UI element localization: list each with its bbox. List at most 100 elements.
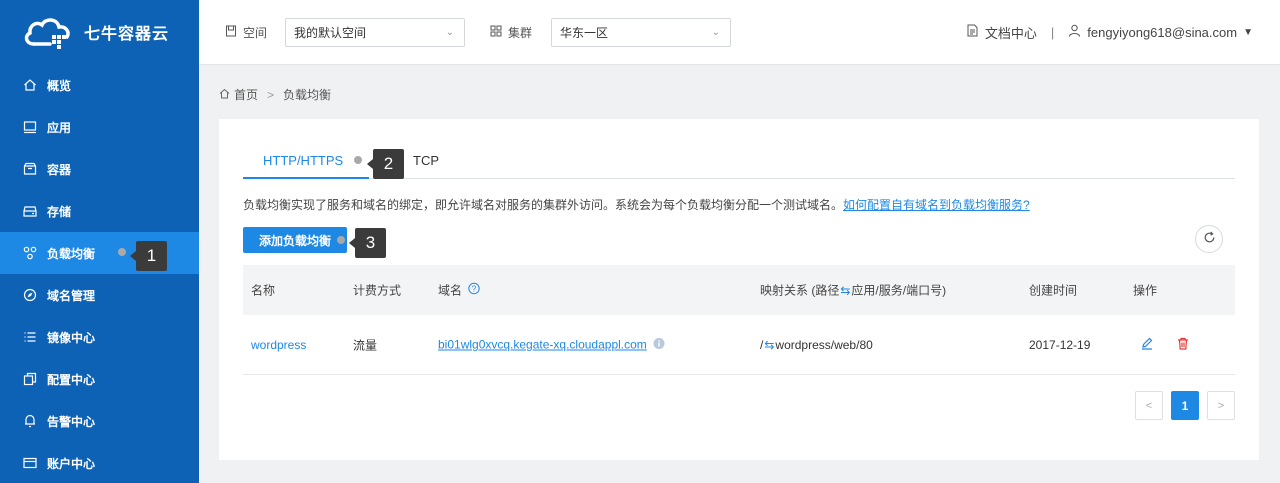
edit-button[interactable] (1140, 336, 1154, 353)
chevron-down-icon: ⌄ (711, 27, 720, 38)
grid-icon (490, 25, 508, 40)
callout-badge: 2 (367, 149, 404, 179)
load-balancer-table: 名称 计费方式 域名 ? 映射关系 (路径 ⇆ 应用/服务/端口号) 创建时间 操作… (243, 265, 1235, 375)
caret-down-icon: ▼ (1243, 26, 1253, 38)
sidebar-item-label: 容器 (47, 162, 72, 177)
sidebar-item-apps[interactable]: 应用 (0, 106, 199, 148)
brand[interactable]: 七牛容器云 (0, 0, 199, 64)
space-select[interactable]: 我的默认空间 ⌄ (285, 18, 465, 47)
sidebar-item-containers[interactable]: 容器 (0, 148, 199, 190)
callout-dot (354, 156, 362, 164)
sidebar-item-label: 存储 (47, 204, 72, 219)
pencil-icon (1140, 336, 1154, 353)
sidebar-item-domains[interactable]: 域名管理 (0, 274, 199, 316)
row-domain: bi01wlg0xvcq.kegate-xq.cloudappl.com (438, 337, 665, 352)
sidebar-item-label: 应用 (47, 120, 72, 135)
sidebar-item-account[interactable]: 账户中心 (0, 442, 199, 483)
tab-active-indicator (243, 177, 369, 179)
sidebar-item-load-balancer[interactable]: 负载均衡 (0, 232, 199, 274)
compass-icon (23, 288, 37, 302)
sidebar-item-label: 配置中心 (47, 372, 96, 387)
top-bar-right: 文档中心 | fengyiyong618@sina.com ▼ (966, 23, 1253, 42)
description: 负载均衡实现了服务和域名的绑定，即允许域名对服务的集群外访问。系统会为每个负载均… (243, 198, 1030, 212)
storage-icon (23, 204, 37, 218)
sidebar-item-storage[interactable]: 存储 (0, 190, 199, 232)
cluster-label: 集群 (490, 24, 532, 41)
breadcrumb-home[interactable]: 首页 (234, 86, 258, 103)
user-menu[interactable]: fengyiyong618@sina.com ▼ (1068, 24, 1253, 40)
space-label: 空间 (225, 24, 267, 41)
pagination: < 1 > (1135, 391, 1235, 420)
sidebar-nav: 概览 应用 容器 存储 负载均衡 域名管理 镜像中心 配置中心 告警中心 账户中… (0, 64, 199, 483)
tab-tcp[interactable]: TCP (413, 153, 439, 168)
bell-icon (23, 414, 37, 428)
swap-icon: ⇆ (764, 337, 775, 352)
refresh-icon (1203, 231, 1216, 247)
row-created: 2017-12-19 (1029, 337, 1091, 352)
prev-page-button[interactable]: < (1135, 391, 1163, 420)
monitor-icon (23, 120, 37, 134)
user-icon (1068, 24, 1087, 40)
refresh-button[interactable] (1195, 225, 1223, 253)
docs-link[interactable]: 文档中心 (966, 23, 1037, 42)
callout-badge: 1 (130, 241, 167, 271)
breadcrumb: 首页 > 负载均衡 (219, 86, 331, 103)
cluster-select[interactable]: 华东一区 ⌄ (551, 18, 731, 47)
table-header: 名称 计费方式 域名 ? 映射关系 (路径 ⇆ 应用/服务/端口号) 创建时间 操作 (243, 265, 1235, 315)
add-load-balancer-button[interactable]: 添加负载均衡 (243, 227, 347, 253)
next-page-button[interactable]: > (1207, 391, 1235, 420)
header-domain: 域名 ? (438, 282, 480, 299)
info-icon[interactable] (653, 337, 665, 352)
home-icon (23, 78, 37, 92)
callout-badge: 3 (349, 228, 386, 258)
breadcrumb-separator: > (267, 87, 275, 102)
brand-name: 七牛容器云 (84, 26, 170, 43)
row-billing: 流量 (353, 338, 378, 352)
sidebar-item-alerts[interactable]: 告警中心 (0, 400, 199, 442)
domain-link[interactable]: bi01wlg0xvcq.kegate-xq.cloudappl.com (438, 338, 647, 352)
card-icon (23, 456, 37, 470)
swap-icon: ⇆ (840, 283, 851, 297)
separator: | (1050, 24, 1055, 40)
sidebar-item-config[interactable]: 配置中心 (0, 358, 199, 400)
table-row: wordpress 流量 bi01wlg0xvcq.kegate-xq.clou… (243, 315, 1235, 375)
sidebar-item-label: 负载均衡 (47, 246, 96, 261)
sidebar-item-overview[interactable]: 概览 (0, 64, 199, 106)
delete-button[interactable] (1176, 336, 1190, 353)
cloud-logo-icon (22, 12, 74, 52)
home-icon (219, 88, 234, 102)
sidebar-item-label: 账户中心 (47, 456, 96, 471)
sidebar-item-label: 镜像中心 (47, 330, 96, 345)
header-created: 创建时间 (1029, 283, 1078, 298)
list-icon (23, 330, 37, 344)
header-mapping: 映射关系 (路径 ⇆ 应用/服务/端口号) (760, 283, 947, 298)
row-actions (1140, 336, 1190, 353)
sidebar: 七牛容器云 概览 应用 容器 存储 负载均衡 域名管理 镜像中心 配置中心 告警… (0, 0, 199, 483)
row-name[interactable]: wordpress (251, 338, 306, 352)
sidebar-item-label: 域名管理 (47, 288, 96, 303)
top-bar: 空间 我的默认空间 ⌄ 集群 华东一区 ⌄ 文档中心 | fengyiyong6… (199, 0, 1280, 65)
question-icon[interactable]: ? (468, 282, 480, 298)
callout-dot (118, 248, 126, 256)
header-name: 名称 (251, 283, 276, 298)
callout-dot (337, 236, 345, 244)
breadcrumb-current: 负载均衡 (283, 88, 332, 102)
help-link[interactable]: 如何配置自有域名到负载均衡服务? (843, 198, 1030, 212)
header-billing: 计费方式 (353, 283, 402, 298)
svg-text:?: ? (472, 284, 477, 293)
document-icon (225, 25, 243, 40)
load-balancer-icon (23, 246, 37, 260)
sidebar-item-label: 概览 (47, 78, 72, 93)
sidebar-item-label: 告警中心 (47, 414, 96, 429)
trash-icon (1176, 336, 1190, 353)
copy-icon (23, 372, 37, 386)
row-mapping: / ⇆ wordpress/web/80 (760, 337, 873, 352)
tab-http-https[interactable]: HTTP/HTTPS (263, 153, 343, 168)
file-icon (966, 24, 985, 40)
chevron-down-icon: ⌄ (445, 27, 454, 38)
page-1-button[interactable]: 1 (1171, 391, 1199, 420)
user-email: fengyiyong618@sina.com (1087, 24, 1238, 40)
box-icon (23, 162, 37, 176)
sidebar-item-images[interactable]: 镜像中心 (0, 316, 199, 358)
header-actions: 操作 (1133, 283, 1158, 298)
